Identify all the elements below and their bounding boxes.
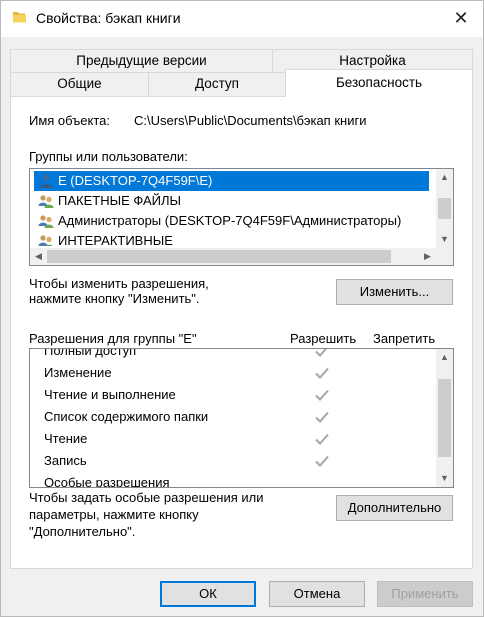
- group-name: ИНТЕРАКТИВНЫЕ: [58, 233, 173, 246]
- group-list-item[interactable]: ИНТЕРАКТИВНЫЕ: [34, 231, 429, 246]
- group-icon: [38, 215, 54, 228]
- groups-vertical-scrollbar[interactable]: ▲ ▼: [436, 169, 453, 248]
- group-name: Администраторы (DESKTOP-7Q4F59F\Админист…: [58, 213, 402, 228]
- allow-column-header: Разрешить: [290, 331, 357, 346]
- scroll-left-arrow-icon[interactable]: ◀: [30, 248, 47, 265]
- tab-sharing[interactable]: Доступ: [148, 72, 286, 97]
- group-list-item[interactable]: ПАКЕТНЫЕ ФАЙЛЫ: [34, 191, 429, 211]
- scroll-corner: [436, 248, 453, 265]
- advanced-hint-line3: "Дополнительно".: [29, 524, 136, 539]
- object-name-label: Имя объекта:: [29, 113, 111, 128]
- apply-button[interactable]: Применить: [377, 581, 473, 607]
- cancel-button[interactable]: Отмена: [269, 581, 365, 607]
- scroll-thumb[interactable]: [47, 250, 391, 263]
- advanced-button[interactable]: Дополнительно: [336, 495, 453, 521]
- allow-check-icon: [315, 411, 329, 423]
- tab-security[interactable]: Безопасность: [285, 69, 473, 97]
- group-list-item[interactable]: Администраторы (DESKTOP-7Q4F59F\Админист…: [34, 211, 429, 231]
- deny-column-header: Запретить: [373, 331, 436, 346]
- object-name-value: C:\Users\Public\Documents\бэкап книги: [134, 113, 367, 128]
- scroll-thumb[interactable]: [438, 379, 451, 457]
- scroll-down-arrow-icon[interactable]: ▼: [436, 470, 453, 487]
- permission-row-read: Чтение: [44, 431, 88, 446]
- user-icon: [40, 174, 52, 188]
- permission-row-modify: Изменение: [44, 365, 112, 380]
- groups-horizontal-scrollbar[interactable]: ◀ ▶: [30, 248, 453, 265]
- close-button[interactable]: ✕: [446, 4, 476, 32]
- permission-row-list-folder: Список содержимого папки: [44, 409, 209, 424]
- permission-row-read-execute: Чтение и выполнение: [44, 387, 176, 402]
- group-icon: [38, 195, 54, 208]
- group-list-item[interactable]: E (DESKTOP-7Q4F59F\E): [34, 171, 429, 191]
- allow-check-icon: [315, 367, 329, 379]
- tab-general[interactable]: Общие: [10, 72, 149, 97]
- group-name: E (DESKTOP-7Q4F59F\E): [58, 173, 213, 188]
- change-hint-line2: нажмите кнопку "Изменить".: [29, 291, 200, 306]
- scroll-up-arrow-icon[interactable]: ▲: [436, 169, 453, 186]
- ok-button[interactable]: ОК: [160, 581, 256, 607]
- change-button[interactable]: Изменить...: [336, 279, 453, 305]
- tab-previous-versions[interactable]: Предыдущие версии: [10, 49, 273, 73]
- change-hint-line1: Чтобы изменить разрешения,: [29, 276, 209, 291]
- allow-check-icon: [315, 455, 329, 467]
- group-icon: [38, 235, 53, 246]
- group-name: ПАКЕТНЫЕ ФАЙЛЫ: [58, 193, 182, 208]
- permissions-label: Разрешения для группы "E": [29, 331, 197, 346]
- allow-check-icon: [315, 349, 328, 357]
- permission-row-write: Запись: [44, 453, 87, 468]
- allow-check-icon: [315, 433, 329, 445]
- groups-label: Группы или пользователи:: [29, 149, 188, 164]
- permissions-listbox[interactable]: Полный доступ Изменение Чтение и выполне…: [29, 348, 454, 488]
- permissions-vertical-scrollbar[interactable]: ▲ ▼: [436, 349, 453, 487]
- folder-icon: [13, 12, 26, 23]
- scroll-down-arrow-icon[interactable]: ▼: [436, 231, 453, 248]
- advanced-hint-line1: Чтобы задать особые разрешения или: [29, 490, 264, 505]
- scroll-right-arrow-icon[interactable]: ▶: [419, 248, 436, 265]
- scroll-thumb[interactable]: [438, 198, 451, 219]
- permission-row-special: Особые разрешения: [44, 475, 170, 488]
- scroll-up-arrow-icon[interactable]: ▲: [436, 349, 453, 366]
- allow-check-icon: [315, 389, 329, 401]
- groups-listbox[interactable]: E (DESKTOP-7Q4F59F\E) ПАКЕТНЫЕ ФАЙЛЫ Адм…: [29, 168, 454, 266]
- advanced-hint-line2: параметры, нажмите кнопку: [29, 507, 199, 522]
- window-title: Свойства: бэкап книги: [36, 10, 181, 26]
- permission-row-full-control: Полный доступ: [44, 348, 137, 358]
